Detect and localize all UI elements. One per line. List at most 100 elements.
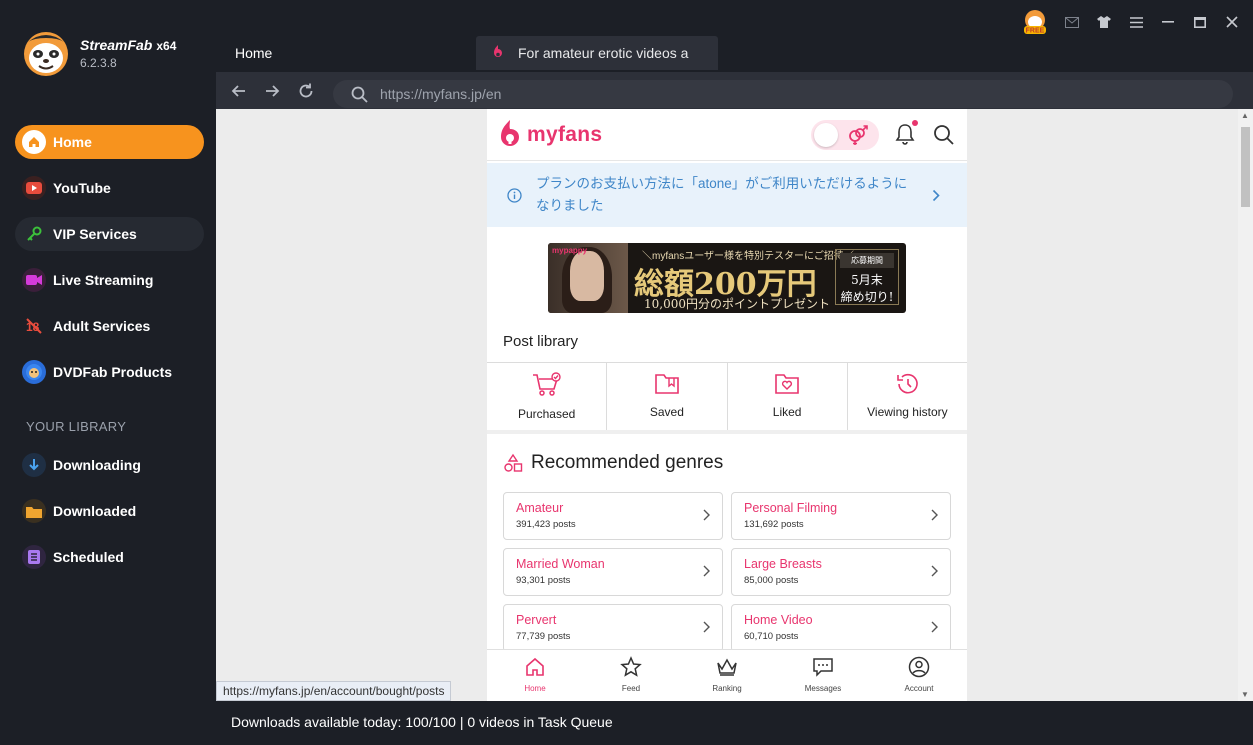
sidebar-item-scheduled[interactable]: Scheduled [15,540,204,574]
payment-notice[interactable]: プランのお支払い方法に「atone」がご利用いただけるようになりました [487,163,967,227]
sidebar-item-label: Live Streaming [53,272,154,288]
sidebar-item-label: VIP Services [53,226,137,242]
maximize-icon[interactable] [1191,13,1209,31]
reload-icon[interactable] [297,82,315,100]
chevron-right-icon [931,565,938,577]
recommended-genres-title: Recommended genres [503,452,723,474]
search-icon [351,86,368,103]
myfans-logo-icon [501,120,519,146]
mail-icon[interactable] [1063,13,1081,31]
tab-home[interactable]: Home [235,36,272,70]
sidebar-item-label: Scheduled [53,549,124,565]
post-library-viewing-history[interactable]: Viewing history [848,363,967,430]
saved-folder-icon [655,374,679,394]
post-library-purchased[interactable]: Purchased [487,363,608,430]
url-input[interactable]: https://myfans.jp/en [333,80,1233,108]
svg-text:18: 18 [26,320,40,334]
tab-bar: Home For amateur erotic videos a FREE [216,0,1253,72]
promo-banner[interactable]: mypappy ＼myfansユーザー様を特別テスターにご招待／ 総額200万円… [548,243,906,313]
genre-card-large-breasts[interactable]: Large Breasts 85,000 posts [731,548,951,596]
gender-toggle[interactable] [811,120,879,150]
chevron-right-icon [931,509,938,521]
bottom-nav-ranking[interactable]: Ranking [679,650,775,701]
genre-count: 85,000 posts [744,575,799,586]
chevron-right-icon [703,565,710,577]
tab-label: Home [235,45,273,61]
genre-count: 60,710 posts [744,631,799,642]
post-library-row: Purchased Saved Liked Viewing history [487,362,967,430]
genre-card-amateur[interactable]: Amateur 391,423 posts [503,492,723,540]
genre-name: Married Woman [516,557,605,571]
genre-name: Home Video [744,613,813,627]
bottom-nav-label: Feed [621,684,641,693]
sidebar-item-home[interactable]: Home [15,125,204,159]
home-icon [526,657,544,676]
cart-icon [532,372,561,396]
bottom-nav-home[interactable]: Home [487,650,583,701]
banner-brand: mypappy [552,246,588,255]
tab-myfans[interactable]: For amateur erotic videos a [476,36,718,70]
brand-name: StreamFab [80,37,153,53]
streamfab-window: StreamFab x64 6.2.3.8 Home YouTube VIP Se… [0,0,1253,745]
viewport-scrollbar[interactable]: ▲ ▼ [1238,109,1253,701]
genre-name: Amateur [516,501,564,515]
bottom-nav-label: Account [904,684,934,693]
shapes-icon [504,453,523,472]
sidebar: StreamFab x64 6.2.3.8 Home YouTube VIP Se… [0,0,216,745]
chevron-right-icon [932,189,940,201]
notification-bell-icon[interactable] [895,120,918,150]
scroll-up-arrow-icon[interactable]: ▲ [1241,111,1249,120]
post-library-label: Saved [649,405,684,419]
download-status-bar: Downloads available today: 100/100 | 0 v… [216,701,1253,745]
site-search-icon[interactable] [933,124,955,151]
banner-sub-text: 10,000円分のポイントプレゼント [644,297,830,311]
genre-card-home-video[interactable]: Home Video 60,710 posts [731,604,951,652]
window-controls: FREE [1021,8,1241,36]
bottom-nav-account[interactable]: Account [871,650,967,701]
free-badge-icon[interactable]: FREE [1021,8,1049,36]
link-hover-status: https://myfans.jp/en/account/bought/post… [216,681,452,701]
shirt-icon[interactable] [1095,13,1113,31]
scrollbar-thumb[interactable] [1241,127,1250,207]
sidebar-item-vip-services[interactable]: VIP Services [15,217,204,251]
genre-card-married-woman[interactable]: Married Woman 93,301 posts [503,548,723,596]
sidebar-item-downloaded[interactable]: Downloaded [15,494,204,528]
myfans-logo[interactable]: myfans [499,120,602,150]
brand-arch: x64 [156,39,177,53]
bottom-nav-messages[interactable]: Messages [775,650,871,701]
genre-count: 391,423 posts [516,519,576,530]
youtube-icon [22,176,46,200]
post-library-label: Viewing history [867,405,948,419]
tab-label: For amateur erotic videos a [518,45,689,61]
post-library-liked[interactable]: Liked [728,363,848,430]
forward-arrow-icon[interactable] [263,82,281,100]
info-icon [507,187,522,203]
bottom-nav-feed[interactable]: Feed [583,650,679,701]
genre-card-pervert[interactable]: Pervert 77,739 posts [503,604,723,652]
menu-icon[interactable] [1127,13,1145,31]
app-version: 6.2.3.8 [80,56,117,70]
library-heading: YOUR LIBRARY [26,419,127,434]
home-icon [22,130,46,154]
sidebar-item-adult-services[interactable]: 18 Adult Services [15,309,204,343]
sidebar-item-live-streaming[interactable]: Live Streaming [15,263,204,297]
browser-viewport: myfans プランのお支払い方法に「atone」がご利用いただけるようになりま… [216,109,1253,701]
genre-count: 77,739 posts [516,631,571,642]
banner-box-line1: 5月末 [851,273,883,287]
video-camera-icon [22,268,46,292]
genre-name: Pervert [516,613,557,627]
sidebar-item-youtube[interactable]: YouTube [15,171,204,205]
close-icon[interactable] [1223,13,1241,31]
address-bar: https://myfans.jp/en [216,72,1253,109]
post-library-saved[interactable]: Saved [607,363,728,430]
minimize-icon[interactable] [1159,13,1177,31]
genre-card-personal-filming[interactable]: Personal Filming 131,692 posts [731,492,951,540]
scroll-down-arrow-icon[interactable]: ▼ [1241,690,1249,699]
sidebar-item-dvdfab-products[interactable]: DVDFab Products [15,355,204,389]
banner-box-tag: 応募期間 [840,253,894,268]
genre-count: 93,301 posts [516,575,571,586]
post-library-label: Liked [772,405,802,419]
back-arrow-icon[interactable] [230,82,248,100]
myfans-favicon-icon [494,45,502,57]
sidebar-item-downloading[interactable]: Downloading [15,448,204,482]
